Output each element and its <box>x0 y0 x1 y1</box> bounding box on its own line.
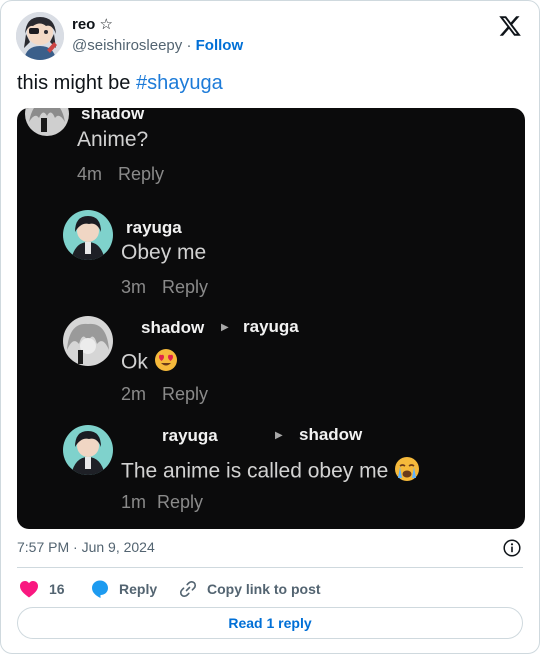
comment-time: 4m <box>77 164 103 184</box>
hashtag-link[interactable]: #shayuga <box>136 72 223 94</box>
comment-time: 2m <box>121 384 147 404</box>
comment-reply-label: Reply <box>157 492 204 512</box>
crying-emoji-icon <box>394 456 420 488</box>
comment-username: shadow <box>141 318 205 337</box>
read-replies-label: Read 1 reply <box>228 615 312 631</box>
tweet-timestamp[interactable]: 7:57 PM · Jun 9, 2024 <box>17 539 155 555</box>
copy-link-label: Copy link to post <box>207 581 321 597</box>
handle-row: @seishirosleepy · Follow <box>72 37 243 54</box>
comment-reply-label: Reply <box>162 277 209 297</box>
comment-reply-to: rayuga <box>243 317 299 336</box>
author-handle[interactable]: @seishirosleepy <box>72 37 182 54</box>
reply-button[interactable]: Reply <box>90 579 157 599</box>
commenter-avatar <box>63 316 113 366</box>
copy-link-button[interactable]: Copy link to post <box>179 579 321 599</box>
comment-text: Obey me <box>121 241 207 264</box>
author-avatar[interactable] <box>16 12 64 60</box>
tweet-media[interactable]: shadow Anime? 4m Reply rayuga Obey me 3m… <box>17 108 525 529</box>
reply-bubble-icon <box>90 579 110 599</box>
comment-text-body: The anime is called obey me <box>121 459 389 483</box>
reply-to-arrow-icon: ▶ <box>275 430 283 441</box>
heart-icon <box>19 580 39 598</box>
like-button[interactable]: 16 <box>19 579 65 599</box>
comment-reply-label: Reply <box>118 164 165 184</box>
tweet-text-body: this might be <box>17 72 136 94</box>
tweet-card: reo ☆ @seishirosleepy · Follow this migh… <box>0 0 540 654</box>
author-badge: ☆ <box>99 16 113 33</box>
link-icon <box>179 580 197 598</box>
heart-eyes-emoji-icon <box>154 348 178 378</box>
comment-text: Ok <box>121 348 178 378</box>
comment-text: The anime is called obey me <box>121 456 420 488</box>
comment-username: shadow <box>81 108 145 123</box>
handle-separator: · <box>186 37 192 54</box>
divider <box>17 567 523 568</box>
comment-reply-to: shadow <box>299 425 363 444</box>
reply-to-arrow-icon: ▶ <box>221 322 229 333</box>
tweet-text: this might be #shayuga <box>17 72 223 95</box>
commenter-avatar <box>25 108 69 136</box>
commenter-avatar <box>63 210 113 260</box>
read-replies-button[interactable]: Read 1 reply <box>17 607 523 639</box>
comment-username: rayuga <box>126 218 182 237</box>
reply-label: Reply <box>119 581 158 597</box>
author-name-text: reo <box>72 16 96 33</box>
comment-text: Anime? <box>77 128 149 151</box>
info-icon[interactable] <box>503 539 521 557</box>
commenter-avatar <box>63 425 113 475</box>
comment-reply-label: Reply <box>162 384 209 404</box>
comment-username: rayuga <box>162 426 218 445</box>
author-name[interactable]: reo ☆ <box>72 15 113 33</box>
comment-text-body: Ok <box>121 350 148 374</box>
comment-time: 3m <box>121 277 147 297</box>
comment-time: 1m <box>121 492 147 512</box>
like-count: 16 <box>49 581 65 597</box>
follow-button[interactable]: Follow <box>196 37 244 54</box>
x-logo-icon[interactable] <box>498 14 522 38</box>
